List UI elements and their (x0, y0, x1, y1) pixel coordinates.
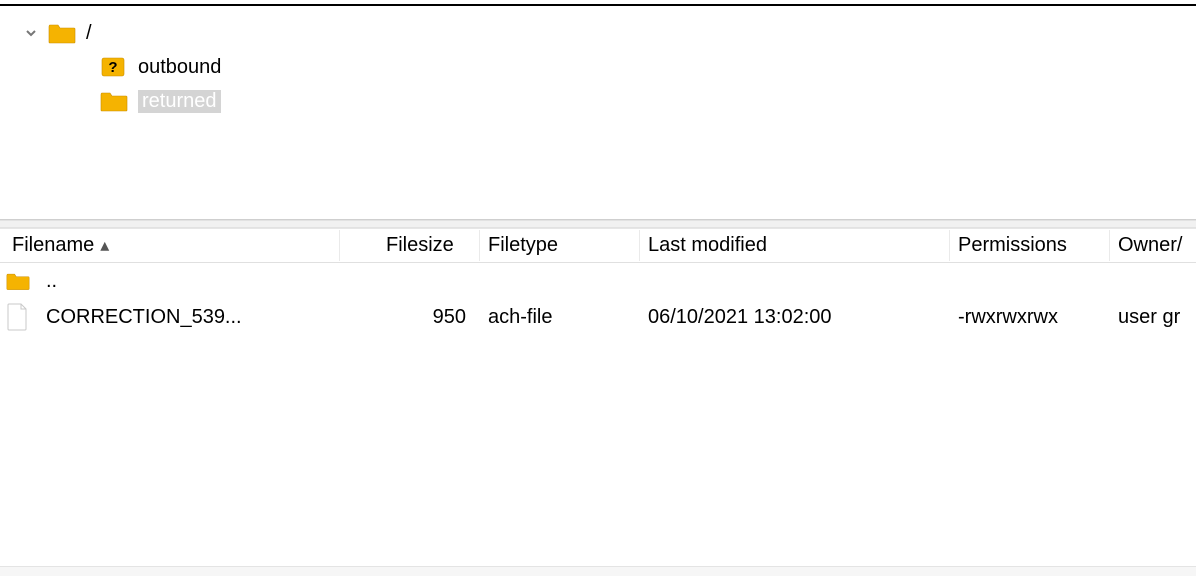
file-list-rows: .. CORRECTION_539... (0, 263, 1196, 566)
tree-root-label: / (86, 22, 92, 45)
column-header-last-modified[interactable]: Last modified (640, 230, 950, 261)
column-header-label: Owner/ (1118, 234, 1182, 257)
window-root: / ? outbound returned Filename (0, 0, 1196, 576)
svg-text:?: ? (108, 59, 117, 76)
column-header-owner[interactable]: Owner/ (1110, 230, 1196, 261)
file-permissions (950, 277, 1110, 285)
file-permissions: -rwxrwxrwx (950, 302, 1110, 333)
tree-node-label: outbound (138, 56, 221, 79)
column-header-filesize[interactable]: Filesize (340, 230, 480, 261)
column-header-label: Permissions (958, 234, 1067, 257)
tree-root-node[interactable]: / (24, 16, 1176, 50)
tree-node-outbound[interactable]: ? outbound (24, 50, 1176, 84)
file-size: 950 (340, 302, 480, 333)
file-modified (640, 277, 950, 285)
status-bar-spacer (0, 566, 1196, 576)
folder-icon (48, 22, 76, 44)
column-header-label: Filetype (488, 234, 558, 257)
file-list-panel: Filename ▴ Filesize Filetype Last modifi… (0, 228, 1196, 576)
file-row[interactable]: CORRECTION_539... 950 ach-file 06/10/202… (0, 299, 1196, 335)
file-list-header: Filename ▴ Filesize Filetype Last modifi… (0, 229, 1196, 263)
directory-tree-panel: / ? outbound returned (0, 6, 1196, 220)
sort-ascending-icon: ▴ (100, 235, 109, 256)
panel-divider[interactable] (0, 220, 1196, 228)
tree-node-returned[interactable]: returned (24, 84, 1176, 118)
file-size (340, 277, 480, 285)
column-header-filename[interactable]: Filename ▴ (0, 230, 340, 261)
column-header-label: Filename (12, 234, 94, 257)
file-row-parent-dir[interactable]: .. (0, 263, 1196, 299)
file-name: CORRECTION_539... (46, 306, 242, 329)
column-header-label: Last modified (648, 234, 767, 257)
folder-up-icon (6, 271, 30, 291)
unknown-folder-icon: ? (100, 56, 128, 78)
column-header-filetype[interactable]: Filetype (480, 230, 640, 261)
file-owner: user gr (1110, 302, 1196, 333)
file-type: ach-file (480, 302, 640, 333)
file-modified: 06/10/2021 13:02:00 (640, 302, 950, 333)
file-owner (1110, 277, 1196, 285)
column-header-permissions[interactable]: Permissions (950, 230, 1110, 261)
file-name: .. (46, 270, 57, 293)
column-header-label: Filesize (386, 234, 454, 257)
chevron-down-icon[interactable] (24, 26, 38, 40)
file-type (480, 277, 640, 285)
file-icon (6, 303, 30, 331)
tree-node-label-selected: returned (138, 90, 221, 113)
folder-icon (100, 90, 128, 112)
